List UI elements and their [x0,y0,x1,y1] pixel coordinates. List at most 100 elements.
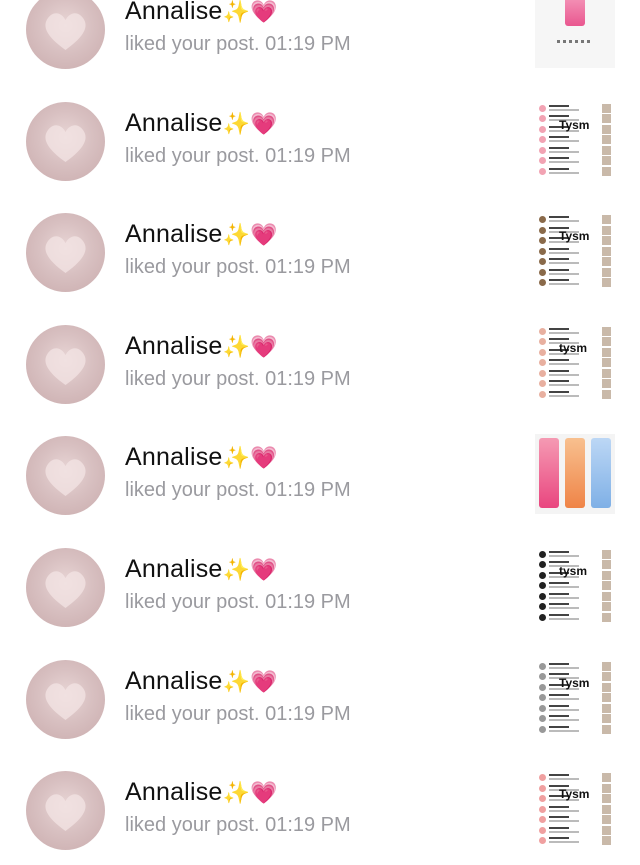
mini-list-row [539,591,611,602]
notification-text: liked your post. 01:19 PM [125,256,351,279]
avatar[interactable] [26,771,105,851]
timestamp: 01:19 PM [265,814,351,837]
sparkles-emoji: ✨ [222,557,251,583]
mini-list-row [539,693,611,703]
action-text: liked your post. [125,33,260,55]
username-line[interactable]: Annalise✨💗 [125,0,278,26]
thumbnail-caption: Tysm [559,675,590,690]
heart-emoji: 💗 [250,334,278,360]
action-text: liked your post. [125,479,260,502]
mini-list-row [539,612,611,623]
username-line[interactable]: Annalise✨💗 [125,332,278,361]
post-thumbnail[interactable]: tysm [535,322,615,403]
thumbnail-caption: Tysm [559,117,590,132]
timestamp: 01:19 PM [265,367,351,390]
notification-text: liked your post. 01:19 PM [125,145,351,168]
mini-list-row [539,379,611,389]
mini-list-row [539,156,611,166]
mini-list-row [539,836,611,846]
heart-emoji: 💗 [250,446,278,472]
mini-list-row [539,135,611,145]
username[interactable]: Annalise [125,443,223,471]
mini-list-row [539,581,611,591]
username[interactable]: Annalise [125,332,223,360]
sparkles-emoji: ✨ [222,0,251,25]
action-text: liked your post. [125,256,260,279]
timestamp: 01:19 PM [265,33,351,55]
avatar[interactable] [26,324,105,404]
mini-list-row [539,825,611,836]
username[interactable]: Annalise [125,109,223,137]
notification-item[interactable]: Annalise✨💗 liked your post. 01:19 PM tysm [0,307,640,419]
post-thumbnail[interactable] [535,434,615,515]
timestamp: 01:19 PM [265,479,351,502]
sparkles-emoji: ✨ [222,669,251,695]
avatar[interactable] [26,547,105,627]
sparkles-emoji: ✨ [222,446,251,472]
notification-text: liked your post. 01:19 PM [125,814,351,837]
timestamp: 01:19 PM [265,702,351,725]
post-thumbnail[interactable]: Tysm [535,657,615,738]
mini-list-row [539,714,611,724]
username-line[interactable]: Annalise✨💗 [125,778,278,807]
mini-list-row [539,257,611,267]
thumbnail-caption: tysm [559,340,588,355]
heart-emoji: 💗 [250,223,278,249]
mini-list-row [539,549,611,560]
notification-item[interactable]: Annalise✨💗 liked your post. 01:19 PM tysm [0,530,640,642]
post-thumbnail[interactable]: Tysm [535,769,615,850]
mini-list-row [539,773,611,783]
mini-list-row [539,661,611,672]
mini-list-row [539,804,611,815]
username-line[interactable]: Annalise✨💗 [125,667,278,696]
carousel-dots [557,40,593,43]
mini-list-row [539,602,611,612]
username-line[interactable]: Annalise✨💗 [125,109,278,138]
heart-emoji: 💗 [250,111,278,137]
avatar[interactable] [26,213,105,293]
thumbnail-caption: tysm [559,563,588,578]
notification-item[interactable]: Annalise✨💗 liked your post. 01:19 PM Tysm [0,195,640,307]
notification-item[interactable]: Annalise✨💗 liked your post. 01:19 PM Tysm [0,642,640,754]
heart-emoji: 💗 [250,0,278,25]
notification-item[interactable]: Annalise✨💗 liked your post. 01:19 PM [0,418,640,530]
mini-list-row [539,815,611,825]
username[interactable]: Annalise [125,778,223,806]
thumbnail-caption: Tysm [559,229,590,244]
timestamp: 01:19 PM [265,590,351,613]
post-thumbnail[interactable]: tysm [535,545,615,626]
username-line[interactable]: Annalise✨💗 [125,220,278,249]
mini-list-row [539,215,611,225]
timestamp: 01:19 PM [265,144,351,167]
username[interactable]: Annalise [125,555,223,583]
product-bottle-image [539,438,559,509]
action-text: liked your post. [125,814,260,837]
notification-text: liked your post. 01:19 PM [125,703,351,726]
username[interactable]: Annalise [125,0,223,25]
mini-list-row [539,358,611,368]
heart-emoji: 💗 [250,781,278,807]
notification-item[interactable]: Annalise✨💗 liked your post. 01:19 PM Tysm [0,753,640,865]
avatar[interactable] [26,0,105,69]
notification-text: liked your post. 01:19 PM [125,33,351,56]
post-thumbnail[interactable] [535,0,615,68]
username[interactable]: Annalise [125,667,223,695]
avatar[interactable] [26,659,105,739]
mini-list-row [539,703,611,714]
mini-list-row [539,278,611,288]
username-line[interactable]: Annalise✨💗 [125,555,278,584]
username[interactable]: Annalise [125,220,223,248]
sparkles-emoji: ✨ [222,223,251,249]
sparkles-emoji: ✨ [222,111,251,137]
avatar[interactable] [26,101,105,181]
mini-list-row [539,368,611,379]
username-line[interactable]: Annalise✨💗 [125,443,278,472]
avatar[interactable] [26,436,105,516]
notification-item[interactable]: Annalise✨💗 liked your post. 01:19 PM [0,0,640,84]
post-thumbnail[interactable]: Tysm [535,211,615,292]
notification-item[interactable]: Annalise✨💗 liked your post. 01:19 PM Tysm [0,84,640,196]
sparkles-emoji: ✨ [222,334,251,360]
post-thumbnail[interactable]: Tysm [535,99,615,180]
notification-text: liked your post. 01:19 PM [125,479,351,502]
mini-list-row [539,246,611,257]
